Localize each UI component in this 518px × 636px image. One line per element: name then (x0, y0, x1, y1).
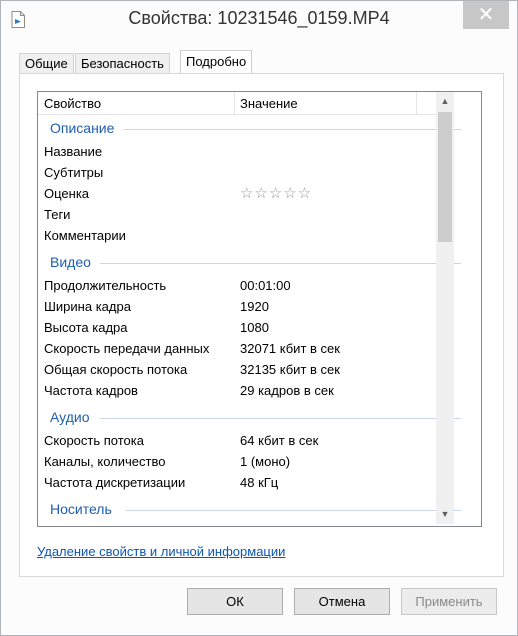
prop-value[interactable]: 29 кадров в сек (240, 383, 334, 398)
vertical-scrollbar[interactable]: ▲ ▼ (436, 92, 454, 524)
section-divider (126, 510, 461, 511)
tab-details[interactable]: Подробно (180, 50, 253, 74)
prop-name[interactable]: Продолжительность (44, 278, 166, 293)
prop-name[interactable]: Общая скорость потока (44, 362, 187, 377)
chevron-down-icon: ▼ (440, 509, 450, 519)
prop-value[interactable]: 00:01:00 (240, 278, 291, 293)
section-divider (124, 129, 461, 130)
ok-button[interactable]: ОК (187, 588, 283, 615)
tab-security[interactable]: Безопасность (75, 53, 170, 74)
list-header: Свойство Значение (38, 92, 436, 115)
close-icon: ✕ (477, 4, 495, 26)
prop-name[interactable]: Частота дискретизации (44, 475, 185, 490)
column-divider[interactable] (416, 92, 417, 114)
apply-button[interactable]: Применить (401, 588, 497, 615)
prop-value[interactable]: 1 (моно) (240, 454, 290, 469)
prop-value[interactable]: 48 кГц (240, 475, 278, 490)
prop-value[interactable]: 1920 (240, 299, 269, 314)
column-value[interactable]: Значение (240, 96, 298, 111)
details-panel: Свойство Значение Описание Название Субт… (19, 73, 504, 577)
chevron-up-icon: ▲ (440, 96, 450, 106)
prop-name[interactable]: Частота кадров (44, 383, 138, 398)
scroll-thumb[interactable] (438, 112, 452, 242)
prop-value[interactable]: 32135 кбит в сек (240, 362, 340, 377)
prop-name[interactable]: Комментарии (44, 228, 126, 243)
prop-name[interactable]: Оценка (44, 186, 89, 201)
prop-value[interactable]: 1080 (240, 320, 269, 335)
window-title: Свойства: 10231546_0159.MP4 (128, 8, 390, 28)
prop-name[interactable]: Скорость передачи данных (44, 341, 209, 356)
prop-value[interactable]: 64 кбит в сек (240, 433, 318, 448)
prop-name[interactable]: Теги (44, 207, 70, 222)
prop-name[interactable]: Каналы, количество (44, 454, 165, 469)
prop-name[interactable]: Ширина кадра (44, 299, 131, 314)
section-divider (100, 263, 461, 264)
section-title-audio: Аудио (50, 409, 90, 425)
prop-name[interactable]: Субтитры (44, 165, 103, 180)
section-title-media: Носитель (50, 501, 112, 517)
properties-window: Свойства: 10231546_0159.MP4 ✕ Общие Безо… (0, 0, 518, 636)
tab-general[interactable]: Общие (19, 53, 74, 74)
cancel-button[interactable]: Отмена (294, 588, 390, 615)
column-property[interactable]: Свойство (44, 96, 101, 111)
prop-name[interactable]: Скорость потока (44, 433, 144, 448)
column-divider[interactable] (234, 92, 235, 114)
property-list[interactable]: Свойство Значение Описание Название Субт… (37, 91, 482, 527)
section-title-description: Описание (50, 120, 115, 136)
section-title-video: Видео (50, 254, 91, 270)
close-button[interactable]: ✕ (463, 1, 509, 29)
prop-value[interactable]: 32071 кбит в сек (240, 341, 340, 356)
scroll-up-button[interactable]: ▲ (436, 93, 454, 110)
section-divider (100, 418, 461, 419)
rating-stars[interactable]: ☆☆☆☆☆ (240, 184, 312, 202)
title-bar: Свойства: 10231546_0159.MP4 ✕ (1, 1, 517, 37)
prop-name[interactable]: Высота кадра (44, 320, 128, 335)
scroll-down-button[interactable]: ▼ (436, 506, 454, 523)
remove-properties-link[interactable]: Удаление свойств и личной информации (37, 544, 285, 559)
prop-name[interactable]: Название (44, 144, 102, 159)
